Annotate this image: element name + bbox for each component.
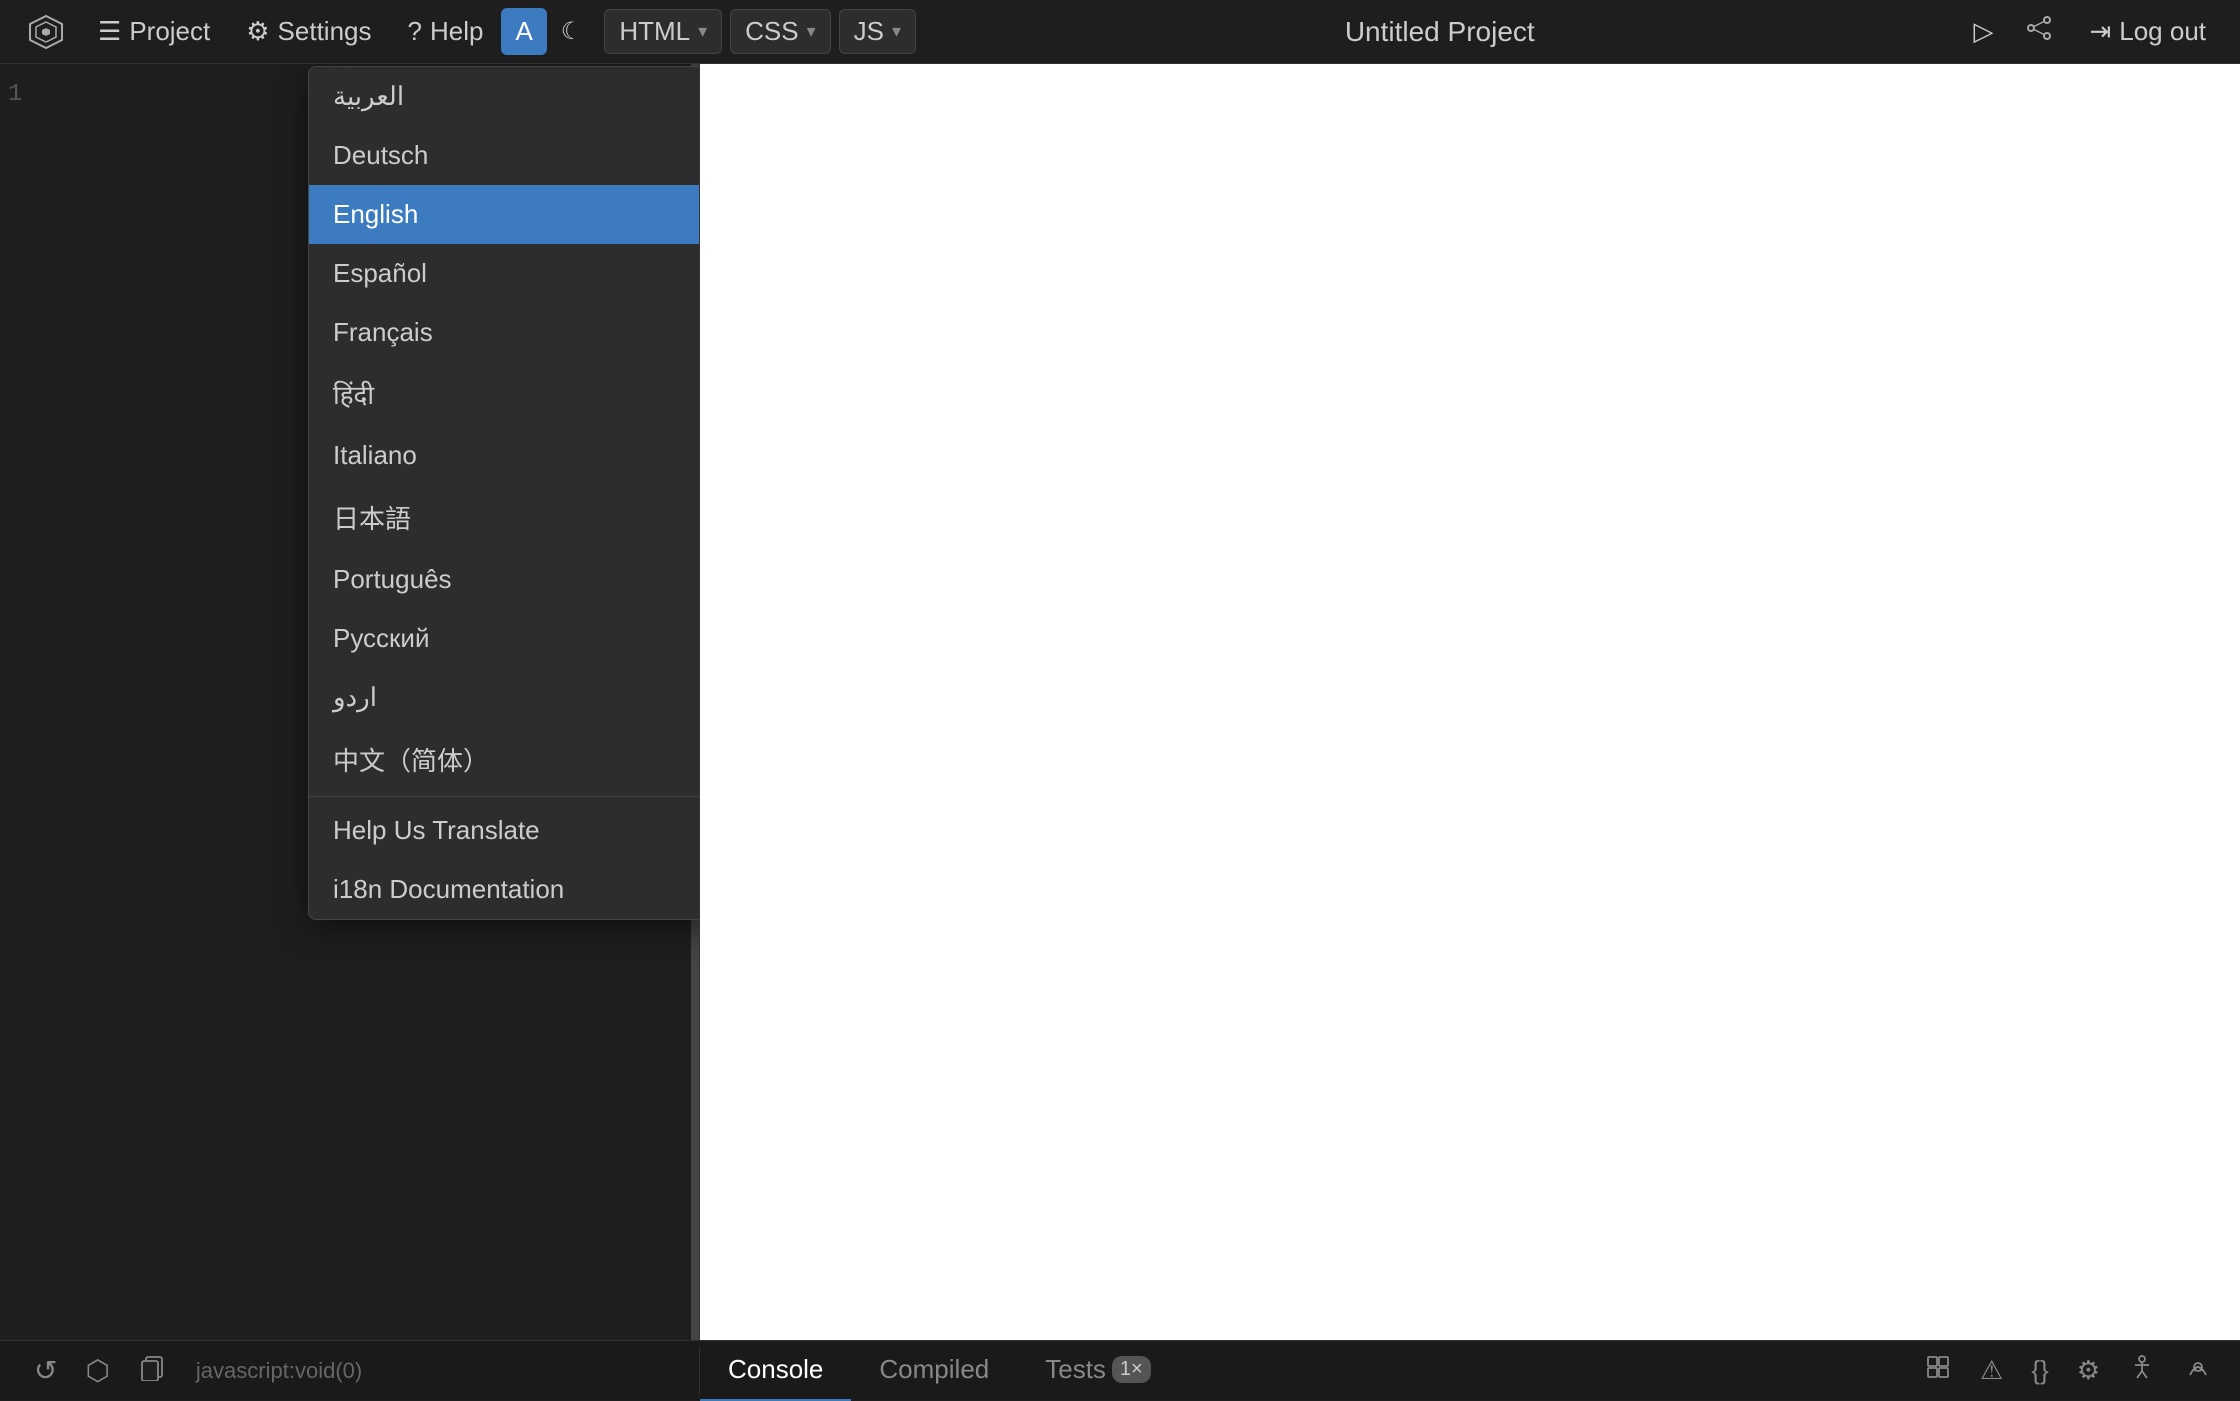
html-label: HTML — [619, 16, 690, 47]
bottom-tab-tests[interactable]: Tests1× — [1017, 1341, 1179, 1401]
line-numbers: 1 — [0, 64, 48, 126]
dropdown-divider — [309, 796, 700, 797]
chevron-down-icon: ▾ — [807, 21, 816, 42]
topbar: ☰ Project ⚙ Settings ? Help A ☾ HTML ▾ C… — [0, 0, 2240, 64]
editor-panel: 1 العربيةDeutschEnglishEspañolFrançaisहि… — [0, 64, 700, 1340]
settings-button[interactable]: ⚙ Settings — [228, 8, 389, 55]
language-item-русский[interactable]: Русский — [309, 609, 700, 668]
help-label: Help — [430, 16, 483, 47]
language-icon: A — [515, 16, 532, 47]
status-text: javascript:void(0) — [180, 1358, 378, 1384]
css-tab-dropdown[interactable]: CSS ▾ — [730, 9, 831, 54]
language-button[interactable]: A — [501, 8, 546, 55]
help-translate-item[interactable]: Help Us Translate ↗ — [309, 801, 700, 860]
logo-icon[interactable] — [20, 6, 72, 58]
bottombar-left: ↺ ⬡ javascript:void(0) — [0, 1347, 700, 1394]
bottombar: ↺ ⬡ javascript:void(0) ConsoleCompiledTe… — [0, 1340, 2240, 1400]
copy-button[interactable]: ⬡ — [71, 1348, 123, 1393]
js-label: JS — [854, 16, 884, 47]
css-label: CSS — [745, 16, 798, 47]
moon-icon: ☾ — [561, 18, 583, 45]
settings-label: Settings — [278, 16, 372, 47]
share-button[interactable] — [2015, 8, 2063, 55]
chevron-down-icon: ▾ — [892, 21, 901, 42]
bottom-tab-console[interactable]: Console — [700, 1341, 851, 1401]
settings-icon-button[interactable]: ⚙ — [2065, 1349, 2112, 1392]
logout-label: Log out — [2119, 16, 2206, 47]
language-item-中文（简体）[interactable]: 中文（简体） — [309, 727, 700, 792]
run-icon: ▷ — [1973, 16, 1993, 46]
language-item-日本語[interactable]: 日本語 — [309, 485, 700, 550]
line-number-1: 1 — [8, 81, 22, 108]
html-tab-dropdown[interactable]: HTML ▾ — [604, 9, 722, 54]
help-icon: ? — [408, 16, 422, 47]
assets-icon-button[interactable] — [1912, 1347, 1964, 1394]
undo-button[interactable]: ↺ — [20, 1348, 71, 1393]
preview-panel — [700, 64, 2240, 1340]
chevron-down-icon: ▾ — [698, 21, 707, 42]
help-button[interactable]: ? Help — [390, 8, 502, 55]
language-item-português[interactable]: Português — [309, 550, 700, 609]
language-item-english[interactable]: English — [309, 185, 700, 244]
js-tab-dropdown[interactable]: JS ▾ — [839, 9, 916, 54]
project-label: Project — [129, 16, 210, 47]
project-title-input[interactable] — [1240, 16, 1640, 48]
share-icon — [2025, 18, 2053, 48]
language-item-français[interactable]: Français — [309, 303, 700, 362]
language-item-العربية[interactable]: العربية — [309, 67, 700, 126]
language-item-italiano[interactable]: Italiano — [309, 426, 700, 485]
language-dropdown-menu: العربيةDeutschEnglishEspañolFrançaisहिंद… — [308, 66, 700, 920]
i18n-docs-label: i18n Documentation — [333, 874, 564, 905]
project-button[interactable]: ☰ Project — [80, 8, 228, 55]
language-item-español[interactable]: Español — [309, 244, 700, 303]
i18n-docs-item[interactable]: i18n Documentation ↗ — [309, 860, 700, 919]
logout-button[interactable]: ⇥ Log out — [2075, 8, 2220, 55]
format-icon-button[interactable]: {} — [2019, 1349, 2060, 1392]
language-item-deutsch[interactable]: Deutsch — [309, 126, 700, 185]
tab-badge: 1× — [1112, 1356, 1151, 1383]
broadcast-icon-button[interactable] — [2172, 1347, 2224, 1394]
logout-icon: ⇥ — [2089, 16, 2111, 47]
warning-icon-button[interactable]: ⚠ — [1968, 1349, 2015, 1392]
bottombar-right-icons: ⚠ {} ⚙ — [1912, 1347, 2240, 1394]
main-content: 1 العربيةDeutschEnglishEspañolFrançaisहि… — [0, 64, 2240, 1340]
bottom-tab-compiled[interactable]: Compiled — [851, 1341, 1017, 1401]
settings-icon: ⚙ — [246, 16, 269, 47]
accessibility-icon-button[interactable] — [2116, 1347, 2168, 1394]
language-item-اردو[interactable]: اردو — [309, 668, 700, 727]
theme-toggle-button[interactable]: ☾ — [547, 9, 597, 54]
topbar-right-actions: ▷ ⇥ Log out — [1963, 8, 2220, 55]
language-item-हिंदी[interactable]: हिंदी — [309, 362, 700, 426]
project-title-area — [916, 16, 1963, 48]
run-button[interactable]: ▷ — [1963, 10, 2003, 53]
bottombar-right: ConsoleCompiledTests1× ⚠ {} ⚙ — [700, 1341, 2240, 1401]
menu-icon: ☰ — [98, 16, 121, 47]
clipboard-button[interactable] — [124, 1347, 180, 1394]
help-translate-label: Help Us Translate — [333, 815, 540, 846]
